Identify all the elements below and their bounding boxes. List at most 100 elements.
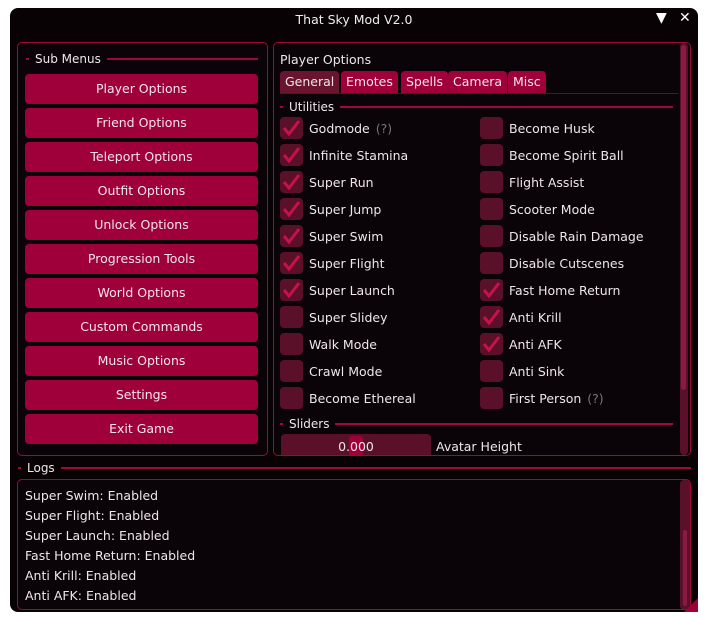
checkbox-label: Super Slidey bbox=[309, 309, 388, 325]
tab-spells[interactable]: Spells bbox=[401, 71, 449, 93]
checkbox-box[interactable] bbox=[480, 225, 503, 247]
checkbox-label: Scooter Mode bbox=[509, 201, 595, 217]
log-line: Anti Krill: Enabled bbox=[25, 568, 137, 583]
submenu-button-friend-options[interactable]: Friend Options bbox=[25, 108, 258, 138]
checkbox-label: Disable Cutscenes bbox=[509, 255, 625, 271]
checkbox-label: Anti Sink bbox=[509, 363, 565, 379]
submenu-button-outfit-options[interactable]: Outfit Options bbox=[25, 176, 258, 206]
triangle-down-icon[interactable]: ▼ bbox=[656, 10, 667, 26]
log-line: Super Launch: Enabled bbox=[25, 528, 170, 543]
checkbox-box[interactable] bbox=[480, 198, 503, 220]
submenu-button-music-options[interactable]: Music Options bbox=[25, 346, 258, 376]
checkbox-walk-mode[interactable]: Walk Mode bbox=[280, 333, 377, 355]
checkbox-box[interactable] bbox=[480, 360, 503, 382]
checkbox-super-swim[interactable]: Super Swim bbox=[280, 225, 383, 247]
checkbox-box[interactable] bbox=[480, 171, 503, 193]
checkbox-godmode[interactable]: Godmode (?) bbox=[280, 117, 392, 139]
slider-value: 0.000 bbox=[338, 439, 374, 454]
checkmark-icon[interactable] bbox=[280, 144, 303, 166]
checkmark-icon[interactable] bbox=[280, 252, 303, 274]
submenu-button-progression-tools[interactable]: Progression Tools bbox=[25, 244, 258, 274]
submenu-button-custom-commands[interactable]: Custom Commands bbox=[25, 312, 258, 342]
logs-scrollbar[interactable] bbox=[680, 480, 690, 609]
checkbox-box[interactable] bbox=[480, 144, 503, 166]
submenu-button-world-options[interactable]: World Options bbox=[25, 278, 258, 308]
tab-camera[interactable]: Camera bbox=[448, 71, 508, 93]
checkbox-label: Infinite Stamina bbox=[309, 147, 409, 163]
checkbox-scooter-mode[interactable]: Scooter Mode bbox=[480, 198, 595, 220]
checkmark-icon[interactable] bbox=[480, 333, 503, 355]
scrollbar[interactable] bbox=[680, 43, 688, 455]
checkbox-label: Anti Krill bbox=[509, 309, 562, 325]
checkmark-icon[interactable] bbox=[480, 306, 503, 328]
player-options-panel: Player Options Utilities Sliders 0.000 A… bbox=[273, 42, 691, 456]
checkbox-box[interactable] bbox=[280, 306, 303, 328]
checkbox-super-launch[interactable]: Super Launch bbox=[280, 279, 395, 301]
checkbox-flight-assist[interactable]: Flight Assist bbox=[480, 171, 584, 193]
log-line: Super Flight: Enabled bbox=[25, 508, 160, 523]
checkbox-anti-krill[interactable]: Anti Krill bbox=[480, 306, 562, 328]
checkbox-anti-sink[interactable]: Anti Sink bbox=[480, 360, 564, 382]
sub-menus-header: Sub Menus bbox=[26, 52, 258, 66]
checkbox-anti-afk[interactable]: Anti AFK bbox=[480, 333, 562, 355]
avatar-height-slider[interactable]: 0.000 bbox=[281, 434, 431, 455]
help-marker[interactable]: (?) bbox=[376, 121, 392, 136]
checkbox-box[interactable] bbox=[480, 252, 503, 274]
log-line: Super Swim: Enabled bbox=[25, 488, 159, 503]
checkmark-icon[interactable] bbox=[280, 279, 303, 301]
checkbox-box[interactable] bbox=[480, 117, 503, 139]
checkbox-label: Walk Mode bbox=[309, 336, 377, 352]
checkmark-icon[interactable] bbox=[280, 117, 303, 139]
panel-title: Player Options bbox=[280, 52, 372, 67]
checkbox-label: First Person bbox=[509, 390, 582, 406]
checkbox-box[interactable] bbox=[280, 360, 303, 382]
checkbox-label: Fast Home Return bbox=[509, 282, 621, 298]
checkbox-box[interactable] bbox=[280, 387, 303, 409]
checkbox-fast-home-return[interactable]: Fast Home Return bbox=[480, 279, 620, 301]
checkbox-label: Become Ethereal bbox=[309, 390, 416, 406]
checkbox-super-jump[interactable]: Super Jump bbox=[280, 198, 381, 220]
checkmark-icon[interactable] bbox=[280, 225, 303, 247]
resize-grip[interactable] bbox=[684, 598, 698, 612]
checkbox-box[interactable] bbox=[480, 387, 503, 409]
checkbox-become-spirit-ball[interactable]: Become Spirit Ball bbox=[480, 144, 624, 166]
tab-misc[interactable]: Misc bbox=[508, 71, 546, 93]
checkmark-icon[interactable] bbox=[280, 198, 303, 220]
submenu-button-unlock-options[interactable]: Unlock Options bbox=[25, 210, 258, 240]
help-marker[interactable]: (?) bbox=[587, 391, 603, 406]
checkmark-icon[interactable] bbox=[480, 279, 503, 301]
checkbox-box[interactable] bbox=[280, 333, 303, 355]
submenu-button-teleport-options[interactable]: Teleport Options bbox=[25, 142, 258, 172]
slider-label: Avatar Height bbox=[436, 439, 522, 454]
checkbox-become-ethereal[interactable]: Become Ethereal bbox=[280, 387, 416, 409]
tab-general[interactable]: General bbox=[280, 71, 340, 93]
checkbox-label: Crawl Mode bbox=[309, 363, 383, 379]
mod-window: That Sky Mod V2.0 ▼ ✕ Sub Menus Player O… bbox=[10, 8, 698, 612]
checkbox-disable-cutscenes[interactable]: Disable Cutscenes bbox=[480, 252, 624, 274]
checkbox-first-person[interactable]: First Person (?) bbox=[480, 387, 604, 409]
checkbox-label: Anti AFK bbox=[509, 336, 562, 352]
checkbox-label: Super Launch bbox=[309, 282, 395, 298]
checkbox-label: Super Jump bbox=[309, 201, 382, 217]
checkbox-become-husk[interactable]: Become Husk bbox=[480, 117, 595, 139]
close-icon[interactable]: ✕ bbox=[679, 10, 691, 26]
checkbox-label: Flight Assist bbox=[509, 174, 585, 190]
checkbox-disable-rain-damage[interactable]: Disable Rain Damage bbox=[480, 225, 644, 247]
checkbox-super-slidey[interactable]: Super Slidey bbox=[280, 306, 388, 328]
sub-menus-panel: Sub Menus Player Options Friend Options Te… bbox=[17, 42, 268, 456]
log-line: Fast Home Return: Enabled bbox=[25, 548, 196, 563]
tab-emotes[interactable]: Emotes bbox=[341, 71, 398, 93]
logs-header: Logs bbox=[18, 461, 691, 475]
checkbox-infinite-stamina[interactable]: Infinite Stamina bbox=[280, 144, 408, 166]
checkbox-label: Disable Rain Damage bbox=[509, 228, 644, 244]
submenu-button-exit-game[interactable]: Exit Game bbox=[25, 414, 258, 444]
window-title: That Sky Mod V2.0 bbox=[295, 12, 413, 27]
checkbox-label: Super Swim bbox=[309, 228, 384, 244]
submenu-button-player-options[interactable]: Player Options bbox=[25, 74, 258, 104]
checkmark-icon[interactable] bbox=[280, 171, 303, 193]
submenu-button-settings[interactable]: Settings bbox=[25, 380, 258, 410]
checkbox-crawl-mode[interactable]: Crawl Mode bbox=[280, 360, 382, 382]
checkbox-label: Super Flight bbox=[309, 255, 385, 271]
checkbox-super-run[interactable]: Super Run bbox=[280, 171, 374, 193]
checkbox-super-flight[interactable]: Super Flight bbox=[280, 252, 385, 274]
